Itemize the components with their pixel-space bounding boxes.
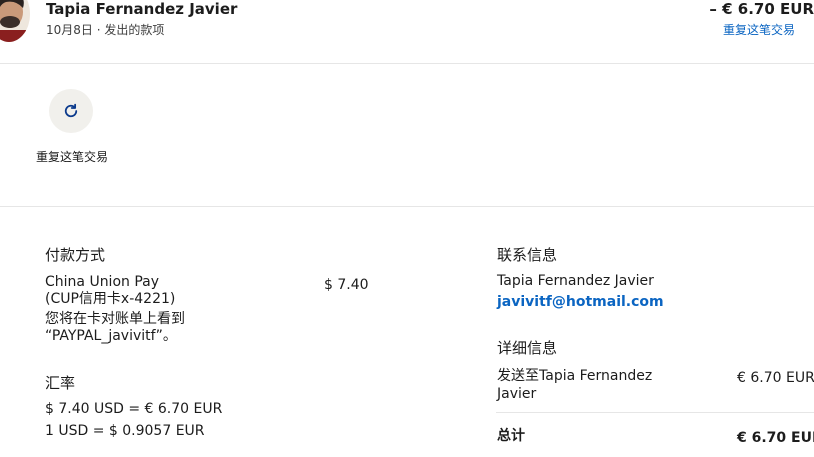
divider <box>0 206 814 207</box>
sent-amount: € 6.70 EUR <box>737 370 814 386</box>
transaction-amount: – € 6.70 EUR <box>709 0 814 18</box>
repeat-transaction-button[interactable] <box>49 89 93 133</box>
payment-method-title: 付款方式 <box>45 246 106 264</box>
repeat-transaction-link[interactable]: 重复这笔交易 <box>723 21 795 38</box>
details-title: 详细信息 <box>497 339 558 357</box>
sent-to-line: 发送至Tapia Fernandez <box>497 368 653 384</box>
sent-to-line: Javier <box>497 386 537 402</box>
divider <box>0 63 814 64</box>
exchange-rate-title: 汇率 <box>45 374 76 392</box>
transaction-date-type: 10月8日 · 发出的款项 <box>46 23 165 37</box>
total-label: 总计 <box>497 428 525 444</box>
contact-email-link[interactable]: javivitf@hotmail.com <box>497 294 664 310</box>
payment-method-line: China Union Pay <box>45 274 160 290</box>
payment-method-line: 您将在卡对账单上看到 <box>45 311 185 327</box>
repeat-transaction-label: 重复这笔交易 <box>36 150 109 164</box>
refresh-icon <box>64 103 78 118</box>
avatar-illustration <box>0 0 30 42</box>
counterparty-name: Tapia Fernandez Javier <box>46 0 238 18</box>
divider <box>496 412 814 413</box>
avatar <box>0 0 30 42</box>
contact-info-title: 联系信息 <box>497 246 558 264</box>
exchange-rate-line: 1 USD = $ 0.9057 EUR <box>45 423 205 439</box>
exchange-rate-line: $ 7.40 USD = € 6.70 EUR <box>45 401 223 417</box>
contact-name: Tapia Fernandez Javier <box>497 273 654 289</box>
payment-method-line: (CUP信用卡x-4221) <box>45 291 176 307</box>
payment-amount: $ 7.40 <box>324 277 369 293</box>
total-amount: € 6.70 EUR <box>737 430 814 446</box>
payment-method-line: “PAYPAL_javivitf”。 <box>45 328 177 344</box>
